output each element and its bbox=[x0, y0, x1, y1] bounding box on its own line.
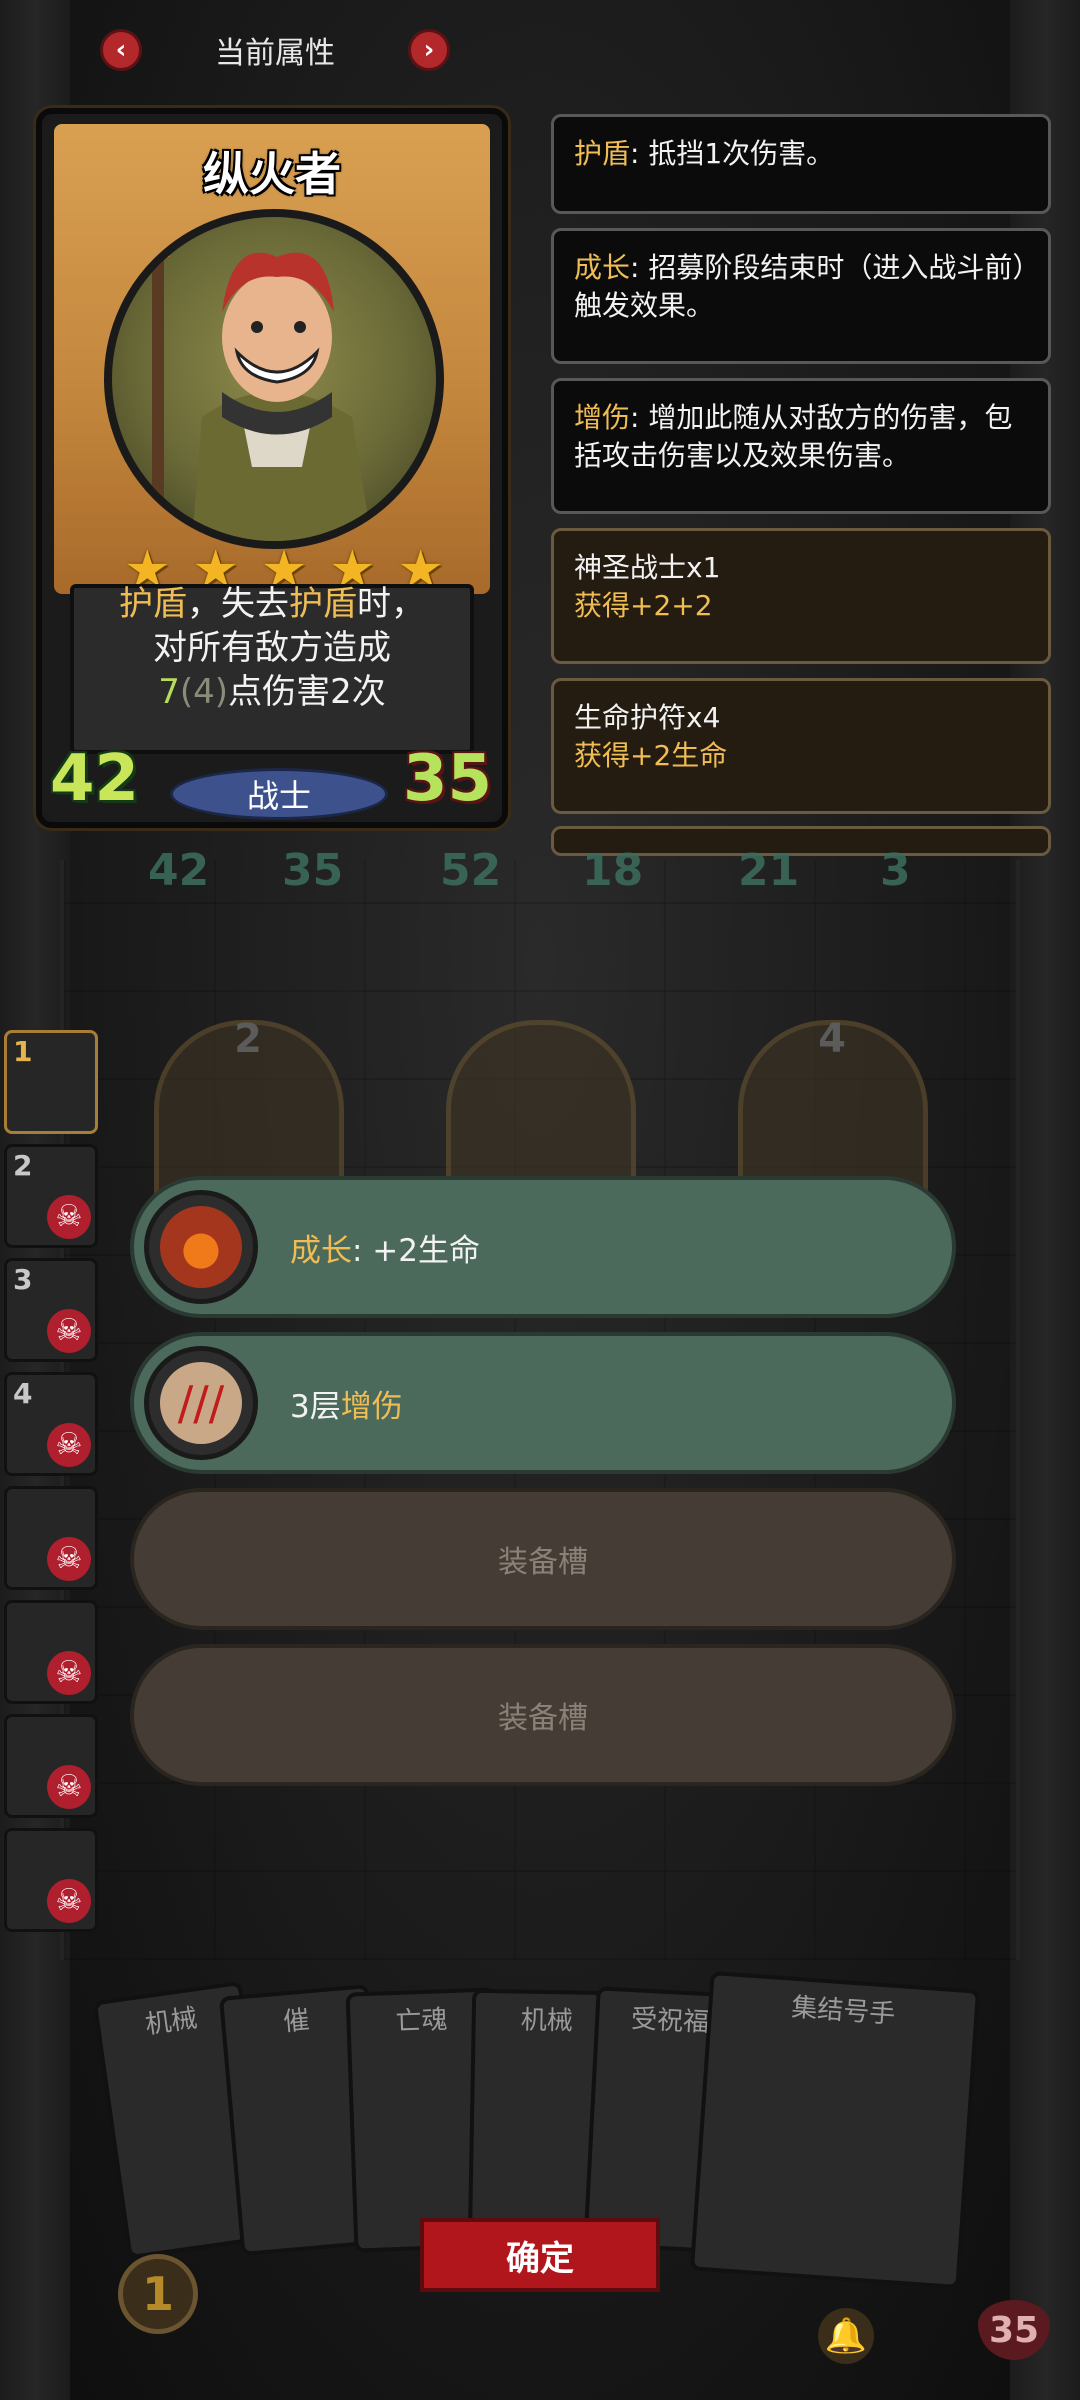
roster-slot[interactable]: 4 ☠ bbox=[4, 1372, 98, 1476]
arsonist-illustration bbox=[146, 237, 372, 541]
ability-fragment: 时， bbox=[357, 584, 425, 624]
empty-slot-label: 装备槽 bbox=[498, 1545, 588, 1580]
roster-slot[interactable]: 2 ☠ bbox=[4, 1144, 98, 1248]
board-stat: 3 bbox=[880, 845, 911, 896]
prev-button[interactable]: ‹ bbox=[100, 29, 142, 71]
page-title: 当前属性 bbox=[215, 36, 335, 71]
roster-number: 2 bbox=[13, 1149, 33, 1182]
class-badge: 战士 bbox=[170, 768, 388, 820]
ability-line-2: 对所有敌方造成 bbox=[153, 628, 391, 668]
confirm-button[interactable]: 确定 bbox=[420, 2218, 660, 2292]
roster-slot[interactable]: ☠ bbox=[4, 1714, 98, 1818]
card-name: 纵火者 bbox=[203, 147, 341, 201]
skull-icon: ☠ bbox=[47, 1195, 91, 1239]
slot-label: 成长: +2生命 bbox=[290, 1180, 480, 1314]
keyword-desc: : 增加此随从对敌方的伤害，包括攻击伤害以及效果伤害。 bbox=[574, 401, 1013, 472]
keyword-desc: : 抵挡1次伤害。 bbox=[630, 137, 835, 170]
roster-number: 1 bbox=[13, 1035, 33, 1068]
unit-cost: 4 bbox=[818, 1016, 846, 1062]
buff-effect: 获得+2+2 bbox=[574, 589, 713, 622]
stack-count: 3层 bbox=[290, 1388, 341, 1425]
empty-slot-label: 装备槽 bbox=[498, 1701, 588, 1736]
roster-number: 3 bbox=[13, 1263, 33, 1296]
skull-icon: ☠ bbox=[47, 1537, 91, 1581]
keyword-shield: 护盾 bbox=[289, 584, 357, 624]
card-frame: 纵火者 ★ ★ ★ ★ ★ bbox=[54, 124, 490, 596]
hand-card-title: 集结号手 bbox=[790, 1992, 897, 2030]
keyword-label: 护盾 bbox=[574, 137, 631, 170]
equipment-slot-growth[interactable]: ● 成长: +2生命 bbox=[130, 1176, 956, 1318]
damage-value: 7 bbox=[158, 672, 180, 712]
buff-info-life-charm: 生命护符x4 获得+2生命 bbox=[551, 678, 1051, 814]
buff-effect: 获得+2生命 bbox=[574, 739, 728, 772]
keyword-label: 增伤 bbox=[574, 401, 631, 434]
skull-icon: ☠ bbox=[47, 1651, 91, 1695]
keyword-shield: 护盾 bbox=[119, 584, 187, 624]
hand-card-featured[interactable]: 集结号手 bbox=[689, 1970, 981, 2290]
keyword-label: 成长 bbox=[574, 251, 631, 284]
keyword-desc: : 招募阶段结束时（进入战斗前）触发效果。 bbox=[574, 251, 1027, 322]
buff-source: 神圣战士x1 bbox=[574, 551, 721, 584]
roster-slot[interactable]: ☠ bbox=[4, 1600, 98, 1704]
skull-icon: ☠ bbox=[47, 1309, 91, 1353]
keyword-info-growth: 成长: 招募阶段结束时（进入战斗前）触发效果。 bbox=[551, 228, 1051, 364]
roster-number: 4 bbox=[13, 1377, 33, 1410]
next-button[interactable]: › bbox=[408, 29, 450, 71]
unit-cost: 2 bbox=[234, 1016, 262, 1062]
slot-label: 3层 增伤 bbox=[290, 1336, 403, 1470]
equipment-slot-damage-boost[interactable]: /// 3层 增伤 bbox=[130, 1332, 956, 1474]
equipment-slot-empty[interactable]: 装备槽 bbox=[130, 1644, 956, 1786]
board-stat: 18 bbox=[582, 845, 644, 896]
attack-stat: 42 bbox=[50, 742, 140, 816]
hero-portrait bbox=[104, 209, 444, 549]
base-damage: (4) bbox=[179, 672, 229, 712]
bell-icon[interactable]: 🔔 bbox=[818, 2308, 874, 2364]
board-stat: 52 bbox=[440, 845, 502, 896]
roster-slot[interactable]: ☠ bbox=[4, 1828, 98, 1932]
roster-slot[interactable]: 1 bbox=[4, 1030, 98, 1134]
keyword-info-shield: 护盾: 抵挡1次伤害。 bbox=[551, 114, 1051, 214]
pumpkin-icon: ● bbox=[144, 1190, 258, 1304]
health-stat: 35 bbox=[402, 742, 492, 816]
board-stat: 42 bbox=[148, 845, 210, 896]
skull-icon: ☠ bbox=[47, 1765, 91, 1809]
claw-icon: /// bbox=[144, 1346, 258, 1460]
buff-info-holy-warrior: 神圣战士x1 获得+2+2 bbox=[551, 528, 1051, 664]
keyword-damage-boost: 增伤 bbox=[340, 1388, 403, 1425]
keyword-growth: 成长 bbox=[290, 1232, 352, 1269]
equipment-slot-empty[interactable]: 装备槽 bbox=[130, 1488, 956, 1630]
slot-effect: : +2生命 bbox=[352, 1232, 480, 1269]
board-stat: 21 bbox=[738, 845, 800, 896]
roster-slot[interactable]: ☠ bbox=[4, 1486, 98, 1590]
keyword-info-damage-boost: 增伤: 增加此随从对敌方的伤害，包括攻击伤害以及效果伤害。 bbox=[551, 378, 1051, 514]
ability-fragment: 点伤害2次 bbox=[228, 672, 386, 712]
roster-slot[interactable]: 3 ☠ bbox=[4, 1258, 98, 1362]
ability-fragment: ，失去 bbox=[187, 584, 289, 624]
board-stat: 35 bbox=[282, 845, 344, 896]
gold-counter: 1 bbox=[118, 2254, 198, 2334]
buff-source: 生命护符x4 bbox=[574, 701, 721, 734]
skull-icon: ☠ bbox=[47, 1423, 91, 1467]
chevron-left-icon: ‹ bbox=[115, 35, 127, 65]
hero-card[interactable]: 纵火者 ★ ★ ★ ★ ★ 护盾，失去护盾时， 对所有敌方造成 7(4)点伤害2… bbox=[36, 108, 508, 828]
ability-text: 护盾，失去护盾时， 对所有敌方造成 7(4)点伤害2次 bbox=[42, 582, 502, 714]
chevron-right-icon: › bbox=[423, 35, 435, 65]
skull-icon: ☠ bbox=[47, 1879, 91, 1923]
attribute-header: ‹ 当前属性 › bbox=[100, 22, 450, 78]
